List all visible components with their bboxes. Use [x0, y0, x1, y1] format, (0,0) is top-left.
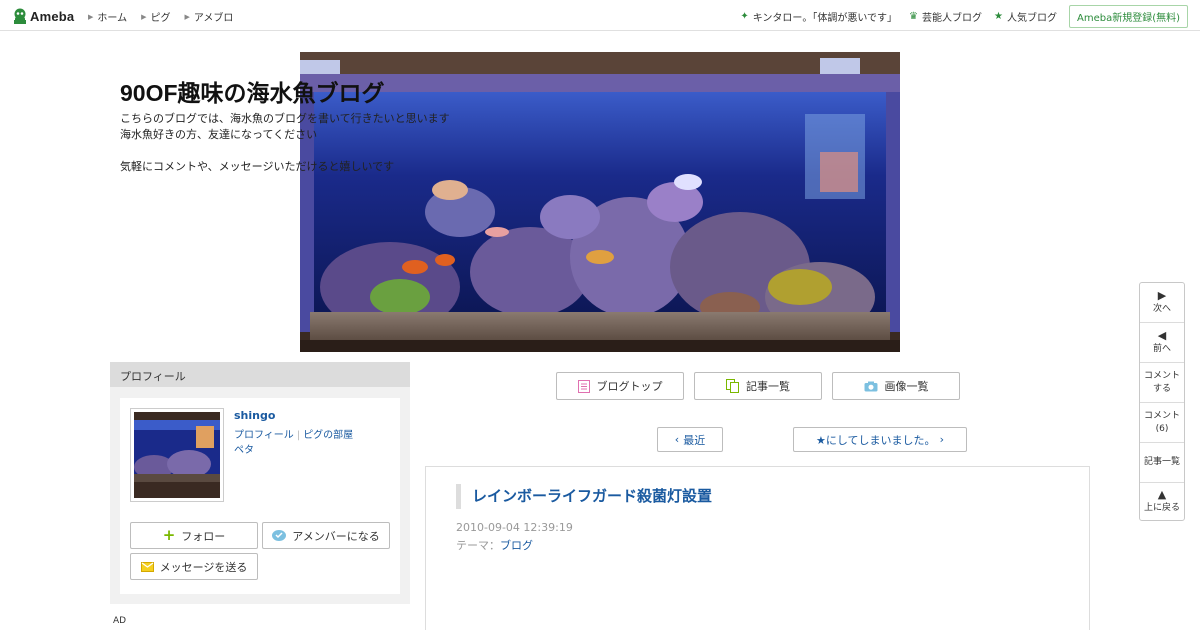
nav-ameblo-label: アメブロ	[193, 13, 234, 24]
article-theme: テーマ：ブログ	[456, 537, 533, 553]
nav-home-label: ホーム	[97, 13, 128, 24]
side-article-list-label: 記事一覧	[1143, 457, 1180, 467]
next-entry-button[interactable]: ★にしてしまいました。 ›	[793, 427, 967, 452]
blog-title[interactable]: 90OF趣味の海水魚ブログ	[120, 74, 385, 108]
nav-home[interactable]: ▶ ホーム	[88, 9, 128, 25]
image-list-label: 画像一覧	[884, 380, 929, 393]
article-title[interactable]: レインボーライフガード殺菌灯設置	[456, 484, 712, 509]
ameba-logo[interactable]: Ameba	[13, 7, 74, 25]
article: レインボーライフガード殺菌灯設置 2010-09-04 12:39:19 テーマ…	[425, 466, 1090, 630]
profile-heading: プロフィール	[110, 362, 410, 387]
comments-button[interactable]: コメント (6)	[1140, 403, 1184, 443]
triangle-left-icon: ◀	[1157, 328, 1167, 342]
blog-top-label: ブログトップ	[596, 380, 663, 393]
header-right-links: ✦ キンタロー。「体調が悪いです」 ♛ 芸能人ブログ ★ 人気ブログ Ameba新規登…	[740, 5, 1188, 28]
next-entry-label: ★にしてしまいました。	[816, 433, 936, 447]
global-nav: ▶ ホーム ▶ ピグ ▶ アメブロ	[88, 9, 234, 25]
speech-bubble-icon	[272, 529, 287, 541]
blog-description-spacer	[120, 143, 450, 159]
pig-room-link[interactable]: ピグの部屋	[303, 430, 353, 441]
logo-text: Ameba	[30, 8, 75, 24]
profile-name[interactable]: shingo	[234, 409, 275, 422]
write-comment-label-2: する	[1152, 383, 1171, 394]
side-toolbar: ▶ 次へ ◀ 前へ コメント する コメント (6) 記事一覧 ▲ 上に戻る	[1139, 282, 1185, 521]
recent-entry-button[interactable]: ‹ 最近	[657, 427, 723, 452]
aquarium-photo	[300, 52, 900, 352]
next-label: 次へ	[1152, 303, 1171, 314]
back-to-top-button[interactable]: ▲ 上に戻る	[1140, 483, 1184, 520]
amember-label: アメンバーになる	[292, 529, 380, 543]
celeb-blog-link[interactable]: ♛ 芸能人ブログ	[909, 9, 982, 24]
recent-entry-label: 最近	[683, 433, 706, 447]
trending-link[interactable]: ✦ キンタロー。「体調が悪いです」	[740, 9, 897, 24]
sparkle-icon: ✦	[740, 11, 749, 22]
article-date: 2010-09-04 12:39:19	[456, 521, 573, 534]
profile-link[interactable]: プロフィール	[234, 430, 294, 441]
plus-icon: +	[162, 526, 176, 544]
blog-description-line: 気軽にコメントや、メッセージいただけると嬉しいです	[120, 160, 395, 173]
follow-button[interactable]: + フォロー	[130, 522, 258, 549]
write-comment-button[interactable]: コメント する	[1140, 363, 1184, 403]
triangle-up-icon: ▲	[1157, 487, 1167, 501]
profile-widget: プロフィール shingo プロフィール | ピグの部屋 ペタ + フォロー アメン…	[110, 362, 410, 604]
triangle-right-icon: ▶	[1157, 288, 1167, 302]
nav-pig-label: ピグ	[150, 13, 171, 24]
blog-description-line: こちらのブログでは、海水魚のブログを書いて行きたいと思います	[120, 112, 450, 125]
theme-label: テーマ：	[456, 539, 500, 552]
popular-blog-link[interactable]: ★ 人気ブログ	[994, 9, 1057, 24]
celeb-blog-text: 芸能人ブログ	[922, 13, 983, 24]
comments-label: コメント	[1143, 410, 1180, 421]
send-message-button[interactable]: メッセージを送る	[130, 553, 258, 580]
article-list-button[interactable]: 記事一覧	[694, 372, 822, 400]
send-message-label: メッセージを送る	[159, 560, 248, 574]
trending-text: キンタロー。「体調が悪いです」	[752, 13, 898, 24]
peta-link[interactable]: ペタ	[234, 445, 254, 456]
caret-right-icon: ▶	[184, 12, 190, 21]
crown-icon: ♛	[909, 11, 919, 22]
write-comment-label: コメント	[1143, 370, 1180, 381]
blog-description: こちらのブログでは、海水魚のブログを書いて行きたいと思います 海水魚好きの方、友…	[120, 111, 450, 175]
nav-pig[interactable]: ▶ ピグ	[141, 9, 171, 25]
avatar[interactable]	[130, 408, 224, 502]
prev-label: 前へ	[1152, 343, 1171, 354]
documents-icon	[726, 379, 739, 393]
blog-top-button[interactable]: ブログトップ	[556, 372, 684, 400]
next-button[interactable]: ▶ 次へ	[1140, 283, 1184, 323]
envelope-icon	[140, 561, 154, 572]
prev-button[interactable]: ◀ 前へ	[1140, 323, 1184, 363]
nav-ameblo[interactable]: ▶ アメブロ	[184, 9, 234, 25]
theme-link[interactable]: ブログ	[500, 539, 533, 552]
link-separator: |	[296, 430, 301, 441]
blog-header-image	[300, 52, 900, 352]
back-to-top-label: 上に戻る	[1143, 502, 1180, 513]
chevron-left-icon: ‹	[674, 433, 680, 446]
profile-card: shingo プロフィール | ピグの部屋 ペタ + フォロー アメンバーになる メ…	[120, 398, 400, 594]
profile-links: プロフィール | ピグの部屋 ペタ	[234, 428, 353, 458]
image-list-button[interactable]: 画像一覧	[832, 372, 960, 400]
side-article-list-button[interactable]: 記事一覧	[1140, 443, 1184, 483]
document-icon	[577, 379, 590, 393]
avatar-image	[134, 412, 220, 498]
ameba-logo-icon	[14, 8, 26, 24]
star-icon: ★	[994, 11, 1003, 22]
article-list-label: 記事一覧	[746, 380, 790, 393]
global-header: Ameba ▶ ホーム ▶ ピグ ▶ アメブロ ✦ キンタロー。「体調が悪いです」 ♛ 芸…	[0, 0, 1200, 31]
blog-description-line: 海水魚好きの方、友達になってください	[120, 128, 318, 141]
follow-label: フォロー	[181, 529, 226, 543]
signup-button[interactable]: Ameba新規登録(無料)	[1068, 5, 1188, 28]
caret-right-icon: ▶	[88, 12, 94, 21]
ad-label: AD	[113, 616, 127, 626]
comments-count: (6)	[1155, 423, 1169, 434]
popular-blog-text: 人気ブログ	[1006, 13, 1057, 24]
chevron-right-icon: ›	[939, 433, 944, 446]
camera-icon	[864, 381, 877, 391]
amember-button[interactable]: アメンバーになる	[262, 522, 390, 549]
caret-right-icon: ▶	[141, 12, 147, 21]
